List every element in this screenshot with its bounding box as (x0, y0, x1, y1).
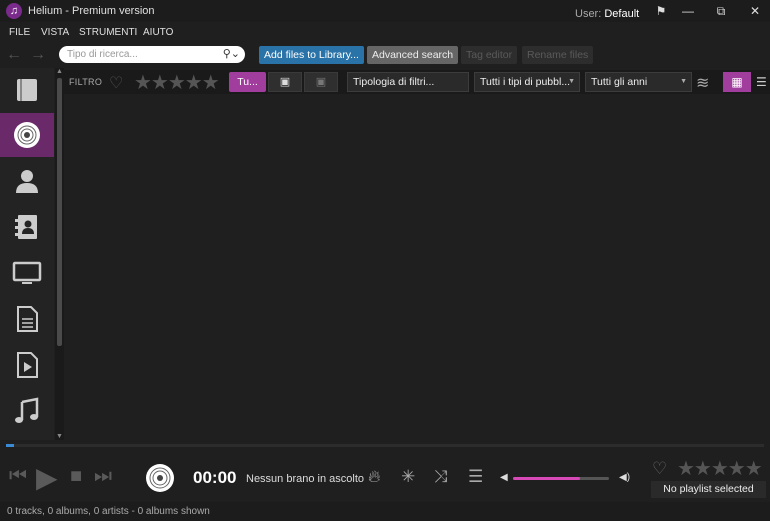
year-filter-dropdown[interactable]: Tutti gli anni ▼ (585, 72, 692, 92)
equalizer-icon[interactable]: ✳ (401, 467, 415, 487)
no-image-filter-icon[interactable]: ▣ (304, 72, 338, 92)
player-bar: ⏮ ▶ ■ ⏭ 00:00 Nessun brano in ascolto 🔥︎… (0, 452, 770, 502)
playback-time: 00:00 (193, 468, 237, 487)
app-logo-icon: ♫ (6, 3, 22, 19)
flag-icon[interactable]: ⚑ (649, 2, 673, 20)
rename-files-button[interactable]: Rename files (522, 46, 594, 64)
list-view-button[interactable]: ☰ (756, 72, 770, 92)
track-rating-stars[interactable]: ★★★★★ (677, 456, 763, 481)
queue-icon[interactable]: ☰ (468, 467, 483, 487)
heart-filter-icon[interactable]: ♡ (109, 73, 123, 93)
search-box[interactable]: ⚲⌄ (59, 46, 245, 63)
window-title: Helium - Premium version (28, 5, 155, 17)
filter-all-button[interactable]: Tu... (229, 72, 266, 92)
seek-bar-fill (6, 444, 14, 447)
search-input[interactable] (67, 47, 217, 62)
chevron-down-icon: ▼ (568, 78, 575, 85)
filter-label: FILTRO (69, 77, 103, 87)
volume-high-icon[interactable]: ◀) (619, 472, 630, 483)
tag-editor-button[interactable]: Tag editor (461, 46, 518, 64)
scrollbar-thumb[interactable] (57, 78, 62, 346)
now-playing-disc-icon (146, 464, 174, 492)
now-playing-text: Nessun brano in ascolto (246, 473, 365, 485)
advanced-search-button[interactable]: Advanced search (367, 46, 459, 64)
add-files-button[interactable]: Add files to Library... (259, 46, 364, 64)
scroll-up-icon[interactable]: ▲ (56, 68, 63, 75)
type-filter-dropdown[interactable]: Tipologia di filtri... (347, 72, 469, 92)
monitor-icon[interactable] (0, 251, 54, 295)
minimize-button[interactable]: — (676, 2, 700, 20)
star-rating-filter[interactable]: ★★★★★ (134, 70, 220, 95)
seek-bar[interactable] (6, 444, 764, 447)
next-track-icon[interactable]: ⏭ (94, 465, 112, 488)
document-icon[interactable] (0, 297, 54, 341)
layers-icon[interactable]: ≋ (696, 73, 709, 93)
album-content-area (64, 94, 770, 440)
toolbar: ← → ⚲⌄ Add files to Library... Advanced … (0, 44, 770, 68)
volume-slider[interactable] (513, 477, 609, 480)
music-note-icon[interactable] (0, 389, 54, 433)
menu-help[interactable]: AIUTO (143, 27, 173, 38)
scroll-down-icon[interactable]: ▼ (56, 433, 63, 440)
artist-icon[interactable] (0, 159, 54, 203)
sidebar-scrollbar[interactable]: ▲ ▼ (55, 68, 64, 440)
search-icon[interactable]: ⚲⌄ (223, 47, 240, 60)
filter-bar: FILTRO ♡ ★★★★★ Tu... ▣ ▣ Tipologia di fi… (64, 70, 770, 94)
shuffle-icon[interactable]: ⤨ (434, 467, 448, 487)
menu-view[interactable]: VISTA (41, 27, 69, 38)
grid-view-button[interactable]: ▦ (723, 72, 751, 92)
play-icon[interactable]: ▶ (36, 461, 58, 494)
volume-slider-fill (513, 477, 581, 480)
volume-low-icon[interactable]: ◀ (500, 472, 508, 483)
image-filter-icon[interactable]: ▣ (268, 72, 302, 92)
disc-icon[interactable] (0, 113, 54, 157)
library-stats: 0 tracks, 0 albums, 0 artists - 0 albums… (7, 506, 210, 517)
menu-file[interactable]: FILE (9, 27, 30, 38)
video-file-icon[interactable] (0, 343, 54, 387)
fire-icon[interactable]: 🔥︎ (368, 467, 380, 487)
restore-button[interactable]: ⧉ (709, 2, 733, 20)
title-bar: ♫ Helium - Premium version User: Default… (0, 0, 770, 22)
stop-icon[interactable]: ■ (70, 465, 82, 488)
publication-filter-dropdown[interactable]: Tutti i tipi di pubbl... ▼ (474, 72, 580, 92)
contacts-icon[interactable] (0, 205, 54, 249)
library-sidebar (0, 68, 54, 440)
user-indicator[interactable]: User: Default (575, 8, 639, 20)
menu-tools[interactable]: STRUMENTI (79, 27, 137, 38)
forward-arrow-icon[interactable]: → (30, 46, 46, 64)
playlist-selector[interactable]: No playlist selected (651, 481, 766, 498)
previous-track-icon[interactable]: ⏮ (9, 465, 27, 488)
back-arrow-icon[interactable]: ← (6, 46, 22, 64)
favorite-heart-icon[interactable]: ♡ (652, 459, 667, 479)
books-icon[interactable] (0, 68, 54, 112)
chevron-down-icon: ▼ (680, 78, 687, 85)
status-bar: 0 tracks, 0 albums, 0 artists - 0 albums… (0, 502, 770, 521)
close-button[interactable]: ✕ (743, 2, 767, 20)
